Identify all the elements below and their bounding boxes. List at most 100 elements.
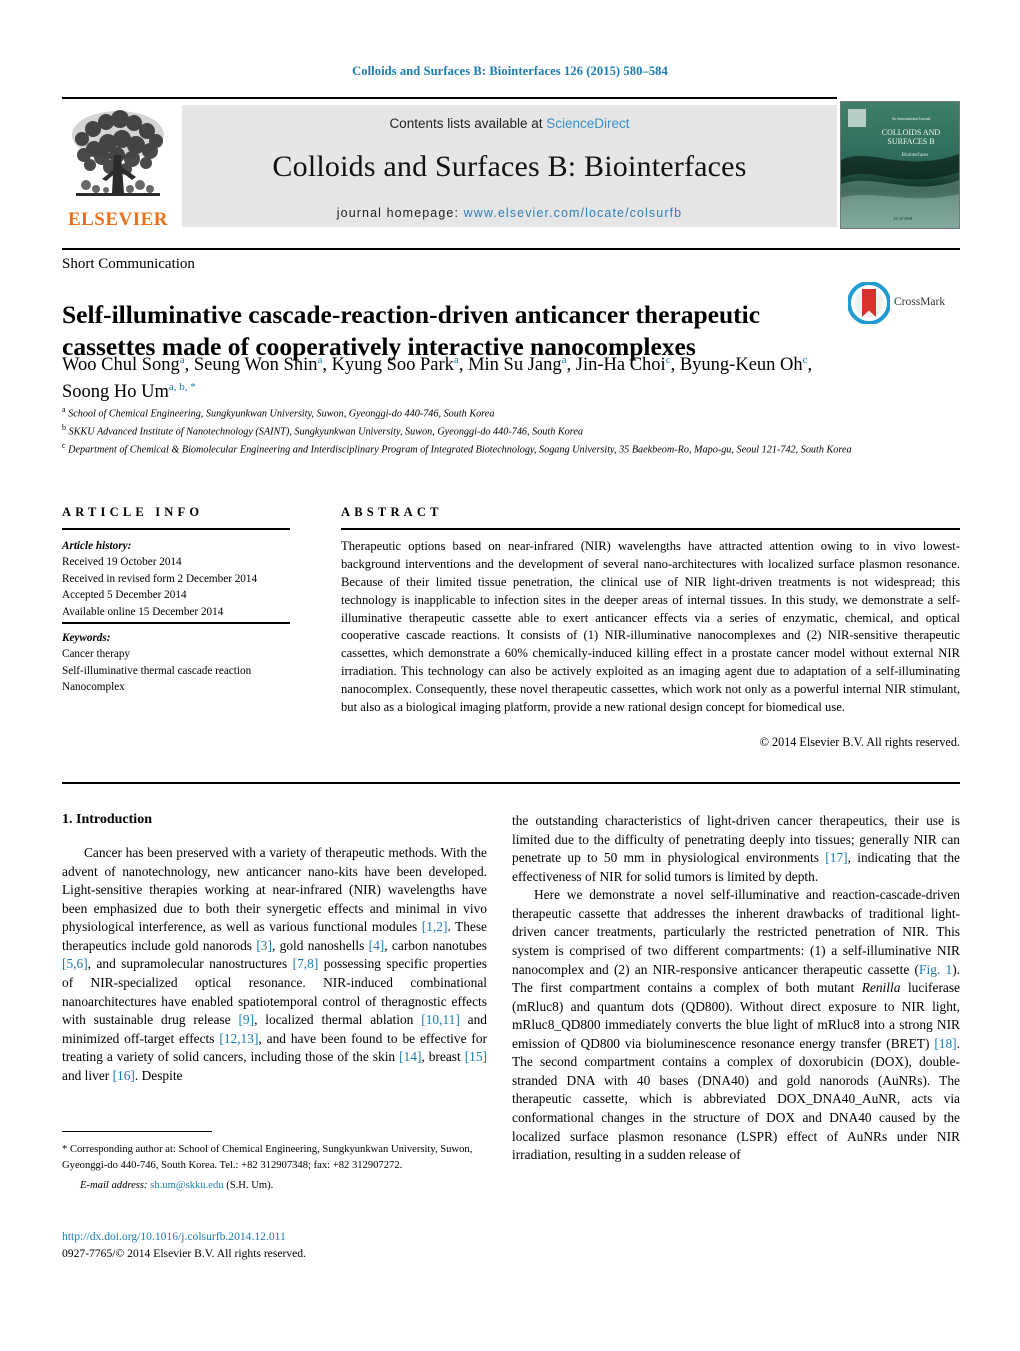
elsevier-tree-icon [72,110,164,196]
affiliation-text: Department of Chemical & Biomolecular En… [68,444,852,456]
keyword-list: Keywords: Cancer therapy Self-illuminati… [62,630,302,696]
email-line: E-mail address: sh.um@skku.edu (S.H. Um)… [62,1178,487,1194]
text-run: , breast [421,1049,465,1065]
svg-text:An International Journal: An International Journal [891,116,931,121]
svg-text:COLLOIDS AND: COLLOIDS AND [882,128,941,137]
paragraph-intro-2: Here we demonstrate a novel self-illumin… [512,886,960,1164]
journal-title: Colloids and Surfaces B: Biointerfaces [272,150,747,183]
abstract-heading: ABSTRACT [341,505,443,519]
affiliation-text: SKKU Advanced Institute of Nanotechnolog… [68,426,583,438]
citation-link[interactable]: [1,2] [422,919,448,934]
homepage-prefix: journal homepage: [336,206,464,220]
citation-link[interactable]: [5,6] [62,956,88,971]
elsevier-wordmark: ELSEVIER [67,209,169,230]
text-run: . Despite [134,1067,183,1083]
affiliation-item: a School of Chemical Engineering, Sungky… [62,404,872,422]
journal-cover-thumbnail: An International Journal COLLOIDS AND SU… [840,101,960,229]
author-list: Woo Chul Songa, Seung Won Shina, Kyung S… [62,353,813,402]
keyword-item: Cancer therapy [62,648,131,661]
issn-copyright-line: 0927-7765/© 2014 Elsevier B.V. All right… [62,1247,306,1261]
body-column-left: 1. Introduction Cancer has been preserve… [62,812,487,1085]
email-owner: (S.H. Um). [226,1179,274,1191]
abstract-bottom-divider [62,782,960,784]
history-item: Available online 15 December 2014 [62,605,224,618]
svg-text:SURFACES B: SURFACES B [887,137,934,146]
article-history: Article history: Received 19 October 201… [62,538,302,620]
citation-link[interactable]: [14] [399,1049,421,1064]
keyword-item: Self-illuminative thermal cascade reacti… [62,664,252,677]
citation-link[interactable]: [7,8] [293,956,319,971]
body-column-right: the outstanding characteristics of light… [512,812,960,1165]
type-divider [62,248,960,250]
citation-link[interactable]: [18] [934,1036,956,1051]
article-type: Short Communication [62,256,195,272]
history-item: Received 19 October 2014 [62,556,182,569]
crossmark-icon [847,281,891,325]
affiliation-list: a School of Chemical Engineering, Sungky… [62,404,872,458]
text-run: , gold nanoshells [271,937,369,953]
aff-mark: a, b, * [168,380,196,393]
affiliation-item: c Department of Chemical & Biomolecular … [62,440,872,458]
doi-block: http://dx.doi.org/10.1016/j.colsurfb.201… [62,1228,502,1263]
crossmark-badge[interactable]: CrossMark [847,281,960,326]
elsevier-logo: ELSEVIER [62,105,174,230]
svg-text:ELSEVIER: ELSEVIER [894,216,913,221]
citation-link[interactable]: [9] [238,1012,254,1027]
keyword-item: Nanocomplex [62,681,125,694]
crossmark-label: CrossMark [894,296,946,308]
aff-mark: a [179,353,185,366]
aff-mark: b [62,422,66,432]
text-run: and liver [62,1067,113,1083]
contents-line: Contents lists available at ScienceDirec… [182,116,837,131]
email-link[interactable]: sh.um@skku.edu [150,1180,223,1191]
citation-link[interactable]: [4] [369,938,385,953]
keywords-divider [62,622,290,624]
aff-mark: c [62,440,66,450]
masthead-top-rule [62,97,837,99]
history-item: Accepted 5 December 2014 [62,589,187,602]
contents-prefix: Contents lists available at [389,116,547,131]
footnote-divider [62,1131,212,1132]
citation-link[interactable]: [3] [256,938,272,953]
abstract-text: Therapeutic options based on near-infrar… [341,539,960,714]
aff-mark: a [561,353,567,366]
corresponding-text: * Corresponding author at: School of Che… [62,1144,473,1171]
affiliation-text: School of Chemical Engineering, Sungkyun… [68,408,495,420]
corresponding-author-note: * Corresponding author at: School of Che… [62,1142,487,1194]
italic-term: Renilla [861,980,901,996]
citation-link[interactable]: [10,11] [421,1012,460,1027]
aff-mark: c [665,353,671,366]
journal-band: Contents lists available at ScienceDirec… [182,105,837,227]
journal-masthead: ELSEVIER Contents lists available at Sci… [62,97,960,229]
journal-homepage-line: journal homepage: www.elsevier.com/locat… [182,206,837,220]
paragraph-intro-continued: the outstanding characteristics of light… [512,812,960,886]
history-item: Received in revised form 2 December 2014 [62,572,258,585]
svg-text:Biointerfaces: Biointerfaces [902,153,929,158]
sciencedirect-link[interactable]: ScienceDirect [546,116,629,131]
article-info-heading: ARTICLE INFO [62,505,204,519]
paragraph-intro-1: Cancer has been preserved with a variety… [62,844,487,1085]
citation-link[interactable]: [17] [825,850,847,865]
journal-homepage-link[interactable]: www.elsevier.com/locate/colsurfb [464,206,683,220]
text-run: , carbon nanotubes [384,937,487,953]
running-head: Colloids and Surfaces B: Biointerfaces 1… [352,64,668,78]
text-run: , localized thermal ablation [254,1012,422,1028]
abstract-divider [341,528,960,530]
copyright-line: © 2014 Elsevier B.V. All rights reserved… [759,735,960,749]
text-run: , and supramolecular nanostructures [87,956,293,972]
aff-mark: a [453,353,459,366]
aff-mark: a [62,405,66,414]
citation-link[interactable]: [15] [465,1049,487,1064]
citation-link[interactable]: [12,13] [219,1031,258,1046]
cover-artwork: An International Journal COLLOIDS AND SU… [841,102,959,228]
aff-mark: a [317,353,323,366]
article-page: Colloids and Surfaces B: Biointerfaces 1… [0,0,1020,1351]
figure-link[interactable]: Fig. 1 [919,962,952,977]
text-run: . The second compartment contains a comp… [512,1035,960,1163]
history-title: Article history: [62,540,132,552]
text-run: Here we demonstrate a novel self-illumin… [512,887,960,977]
citation-link[interactable]: [16] [113,1068,135,1083]
keywords-title: Keywords: [62,632,111,644]
doi-link[interactable]: http://dx.doi.org/10.1016/j.colsurfb.201… [62,1228,502,1245]
section-heading-introduction: 1. Introduction [62,812,152,827]
